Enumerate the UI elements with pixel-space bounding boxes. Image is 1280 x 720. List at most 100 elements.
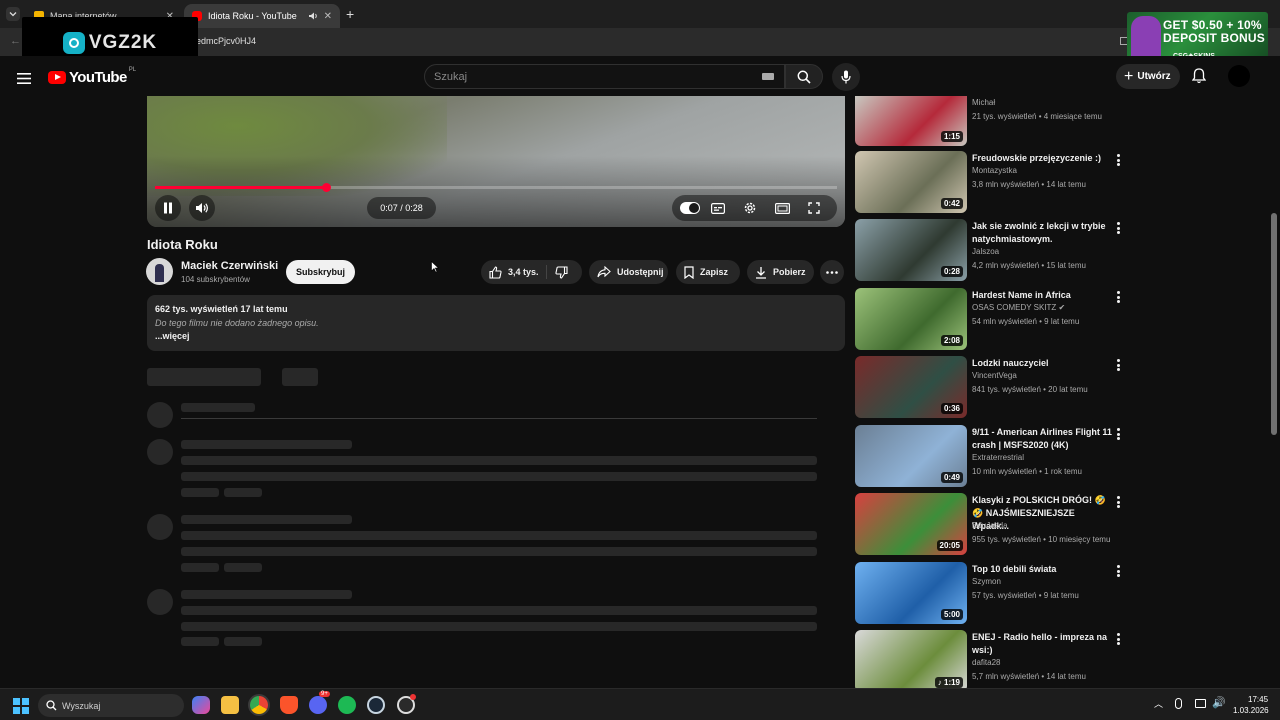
video-thumbnail[interactable]: ♪ 1:19 <box>855 630 967 692</box>
related-video-item[interactable]: 5:00 Top 10 debili świata Szymon 57 tys. wy… <box>855 562 1125 624</box>
related-video-item[interactable]: 0:28 Jak sie zwolnić z lekcji w trybie na… <box>855 219 1125 281</box>
chrome-icon[interactable] <box>250 696 268 714</box>
menu-button[interactable] <box>17 71 31 84</box>
voice-search-button[interactable] <box>832 63 860 91</box>
skeleton-line <box>181 622 817 631</box>
clock-time[interactable]: 17:45 <box>1248 695 1268 704</box>
mute-button[interactable] <box>189 195 215 221</box>
video-thumbnail[interactable]: 0:42 <box>855 151 967 213</box>
like-button[interactable]: 3,4 tys. <box>481 260 546 284</box>
video-thumbnail[interactable]: 5:00 <box>855 562 967 624</box>
tray-display-icon[interactable] <box>1195 699 1206 708</box>
url-field[interactable]: edmcPjcv0HJ4 <box>196 36 256 46</box>
related-channel-name[interactable]: VincentVega <box>972 371 1017 380</box>
related-video-title[interactable]: Hardest Name in Africa <box>972 289 1112 302</box>
video-thumbnail[interactable]: 0:49 <box>855 425 967 487</box>
related-channel-name[interactable]: Montazystka <box>972 166 1017 175</box>
theater-mode-button[interactable] <box>774 200 790 216</box>
related-video-title[interactable]: Top 10 debili świata <box>972 563 1112 576</box>
obs-icon[interactable] <box>397 694 416 714</box>
keyboard-icon[interactable] <box>762 73 774 80</box>
share-button[interactable]: Udostępnij <box>589 260 668 284</box>
copilot-icon[interactable] <box>192 696 210 714</box>
dislike-button[interactable] <box>547 260 582 284</box>
discord-icon[interactable]: 9+ <box>309 691 330 714</box>
related-channel-name[interactable]: Extraterrestrial <box>972 453 1024 462</box>
related-channel-name[interactable]: EduJazda <box>972 521 1008 530</box>
more-vertical-icon[interactable] <box>1113 358 1123 372</box>
related-channel-name[interactable]: Jalszoa <box>972 247 999 256</box>
related-channel-name[interactable]: dafita28 <box>972 658 1000 667</box>
video-player[interactable]: 0:07 / 0:28 <box>147 96 845 227</box>
related-channel-name[interactable]: Szymon <box>972 577 1001 586</box>
related-video-item[interactable]: 1:15 Michał 21 tys. wyświetleń • 4 miesiąc… <box>855 96 1125 158</box>
video-thumbnail[interactable]: 0:36 <box>855 356 967 418</box>
notifications-button[interactable] <box>1191 68 1207 89</box>
taskbar-search-input[interactable] <box>62 698 177 713</box>
related-video-item[interactable]: 2:08 Hardest Name in Africa OSAS COMEDY SK… <box>855 288 1125 350</box>
related-video-item[interactable]: 0:49 9/11 - American Airlines Flight 11 c… <box>855 425 1125 487</box>
search-button[interactable] <box>785 64 823 89</box>
search-box[interactable] <box>424 64 785 89</box>
video-thumbnail[interactable]: 2:08 <box>855 288 967 350</box>
related-video-title[interactable]: 9/11 - American Airlines Flight 11 crash… <box>972 426 1112 452</box>
scrubber-handle[interactable] <box>321 183 331 192</box>
video-thumbnail[interactable]: 1:15 <box>855 96 967 146</box>
back-icon[interactable]: ← <box>10 35 21 47</box>
clock-date[interactable]: 1.03.2026 <box>1233 706 1269 715</box>
fullscreen-button[interactable] <box>806 200 822 216</box>
related-video-title[interactable]: ENEJ - Radio hello - impreza na wsi:) <box>972 631 1112 657</box>
related-video-item[interactable]: 0:42 Freudowskie przejęzyczenie :) Montazy… <box>855 151 1125 213</box>
file-explorer-icon[interactable] <box>221 696 239 714</box>
subtitles-button[interactable] <box>710 200 726 216</box>
progress-bar[interactable] <box>155 183 837 192</box>
more-vertical-icon[interactable] <box>1113 632 1123 646</box>
youtube-logo[interactable]: YouTube PL <box>48 67 136 86</box>
related-video-item[interactable]: 0:36 Lodzki nauczyciel VincentVega 841 tys.… <box>855 356 1125 418</box>
tab-search-button[interactable] <box>6 7 20 21</box>
spotify-icon[interactable] <box>338 696 356 714</box>
tray-volume-icon[interactable]: 🔊 <box>1212 696 1226 709</box>
related-video-item[interactable]: 20:05 Klasyki z POLSKICH DRÓG! 🤣 🤣 NAJŚMI… <box>855 493 1125 555</box>
more-vertical-icon[interactable] <box>1113 290 1123 304</box>
tab-youtube[interactable]: Idiota Roku - YouTube ✕ <box>184 4 340 28</box>
create-button[interactable]: + Utwórz <box>1116 64 1180 89</box>
more-vertical-icon[interactable] <box>1113 153 1123 167</box>
video-thumbnail[interactable]: 0:28 <box>855 219 967 281</box>
settings-button[interactable] <box>742 200 758 216</box>
download-button[interactable]: Pobierz <box>747 260 814 284</box>
windows-start-icon[interactable] <box>13 698 29 714</box>
brave-icon[interactable] <box>280 696 298 714</box>
page-scrollbar[interactable] <box>1271 213 1277 435</box>
channel-avatar[interactable] <box>146 258 173 285</box>
tray-mic-icon[interactable] <box>1175 698 1182 709</box>
channel-name[interactable]: Maciek Czerwiński <box>181 260 278 272</box>
autoplay-toggle[interactable] <box>680 202 700 214</box>
related-video-title[interactable]: Freudowskie przejęzyczenie :) <box>972 152 1112 165</box>
more-vertical-icon[interactable] <box>1113 221 1123 235</box>
description-box[interactable]: 662 tys. wyświetleń 17 lat temu Do tego … <box>147 295 845 351</box>
more-actions-button[interactable] <box>820 260 844 284</box>
show-more-link[interactable]: ...więcej <box>155 331 190 341</box>
taskbar-search[interactable] <box>38 694 184 717</box>
more-vertical-icon[interactable] <box>1113 495 1123 509</box>
subscribe-button[interactable]: Subskrybuj <box>286 260 355 284</box>
related-channel-name[interactable]: OSAS COMEDY SKITZ ✔ <box>972 303 1065 312</box>
more-vertical-icon[interactable] <box>1113 564 1123 578</box>
pause-button[interactable] <box>155 195 181 221</box>
related-channel-name[interactable]: Michał <box>972 98 995 107</box>
video-duration: 0:49 <box>940 472 963 483</box>
close-tab-icon[interactable]: ✕ <box>324 11 332 22</box>
related-video-title[interactable]: Jak sie zwolnić z lekcji w trybie natych… <box>972 220 1112 246</box>
steam-icon[interactable] <box>367 696 385 714</box>
speaker-icon[interactable] <box>308 11 318 21</box>
account-avatar[interactable] <box>1228 65 1250 87</box>
video-thumbnail[interactable]: 20:05 <box>855 493 967 555</box>
tray-chevron-icon[interactable]: ︿ <box>1154 697 1163 710</box>
new-tab-button[interactable]: + <box>346 6 354 22</box>
search-input[interactable] <box>434 69 754 85</box>
related-video-title[interactable]: Lodzki nauczyciel <box>972 357 1112 370</box>
save-button[interactable]: Zapisz <box>676 260 740 284</box>
related-video-item[interactable]: ♪ 1:19 ENEJ - Radio hello - impreza na ws… <box>855 630 1125 692</box>
more-vertical-icon[interactable] <box>1113 427 1123 441</box>
